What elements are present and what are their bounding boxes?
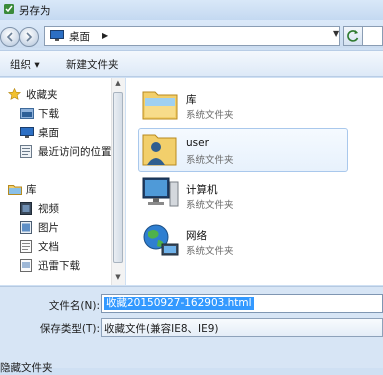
- desktop-icon: [50, 30, 64, 41]
- libraries-folder-icon: [142, 86, 178, 123]
- organize-button[interactable]: 组织 ▾: [10, 57, 40, 72]
- nav-scrollbar-thumb[interactable]: [113, 92, 123, 263]
- nav-label: 下载: [38, 108, 59, 120]
- search-input[interactable]: [363, 26, 383, 46]
- scroll-up-icon[interactable]: ▲: [111, 79, 125, 87]
- navigation-pane: [0, 78, 125, 285]
- new-folder-button[interactable]: 新建文件夹: [66, 57, 119, 72]
- network-globe-icon: [142, 222, 180, 261]
- refresh-button[interactable]: [343, 26, 363, 46]
- user-folder-icon: [142, 131, 178, 170]
- scroll-down-icon[interactable]: ▼: [111, 273, 125, 281]
- forward-button[interactable]: [19, 27, 39, 47]
- item-type: 系统文件夹: [186, 155, 234, 166]
- filename-value[interactable]: 收藏20150927-162903.html: [104, 297, 254, 310]
- list-item-computer[interactable]: 计算机 系统文件夹: [142, 176, 342, 216]
- item-type: 系统文件夹: [186, 200, 234, 211]
- address-location[interactable]: 桌面: [69, 29, 90, 44]
- breadcrumb-chevron-icon[interactable]: ▶: [102, 31, 108, 40]
- item-name: 库: [186, 94, 197, 106]
- item-name: 网络: [186, 230, 207, 242]
- star-icon: [7, 87, 22, 100]
- nav-label: 视频: [38, 203, 59, 215]
- filename-label: 文件名(N):: [48, 300, 100, 312]
- item-name: user: [186, 137, 209, 149]
- address-dropdown-icon[interactable]: ▼: [333, 29, 341, 38]
- recent-places-icon: [20, 145, 34, 158]
- filetype-value[interactable]: 收藏文件(兼容IE8、IE9): [104, 321, 219, 336]
- nav-label: 迅雷下载: [38, 260, 80, 272]
- toolbar: [0, 50, 383, 77]
- videos-icon: [20, 202, 34, 215]
- list-item-user[interactable]: user 系统文件夹: [142, 131, 342, 171]
- nav-label: 最近访问的位置: [38, 146, 112, 158]
- thunder-folder-icon: [20, 259, 34, 272]
- list-item-network[interactable]: 网络 系统文件夹: [142, 222, 342, 262]
- downloads-icon: [20, 108, 34, 120]
- documents-icon: [20, 240, 34, 253]
- item-type: 系统文件夹: [186, 246, 234, 257]
- filetype-label: 保存类型(T):: [39, 323, 100, 335]
- desktop-icon: [20, 127, 34, 139]
- list-item-libraries[interactable]: 库 系统文件夹: [142, 86, 342, 126]
- window-title: 另存为: [19, 5, 51, 17]
- title-bar: [0, 0, 383, 20]
- libraries-icon: [8, 183, 22, 195]
- back-button[interactable]: [0, 27, 20, 47]
- item-name: 计算机: [186, 184, 218, 196]
- item-type: 系统文件夹: [186, 110, 234, 121]
- computer-icon: [142, 176, 180, 215]
- pictures-icon: [20, 221, 34, 234]
- nav-label: 桌面: [38, 127, 59, 139]
- nav-label: 收藏夹: [26, 89, 58, 101]
- nav-label: 文档: [38, 241, 59, 253]
- nav-label: 图片: [38, 222, 59, 234]
- nav-label: 库: [26, 184, 37, 196]
- save-as-icon: [3, 3, 15, 15]
